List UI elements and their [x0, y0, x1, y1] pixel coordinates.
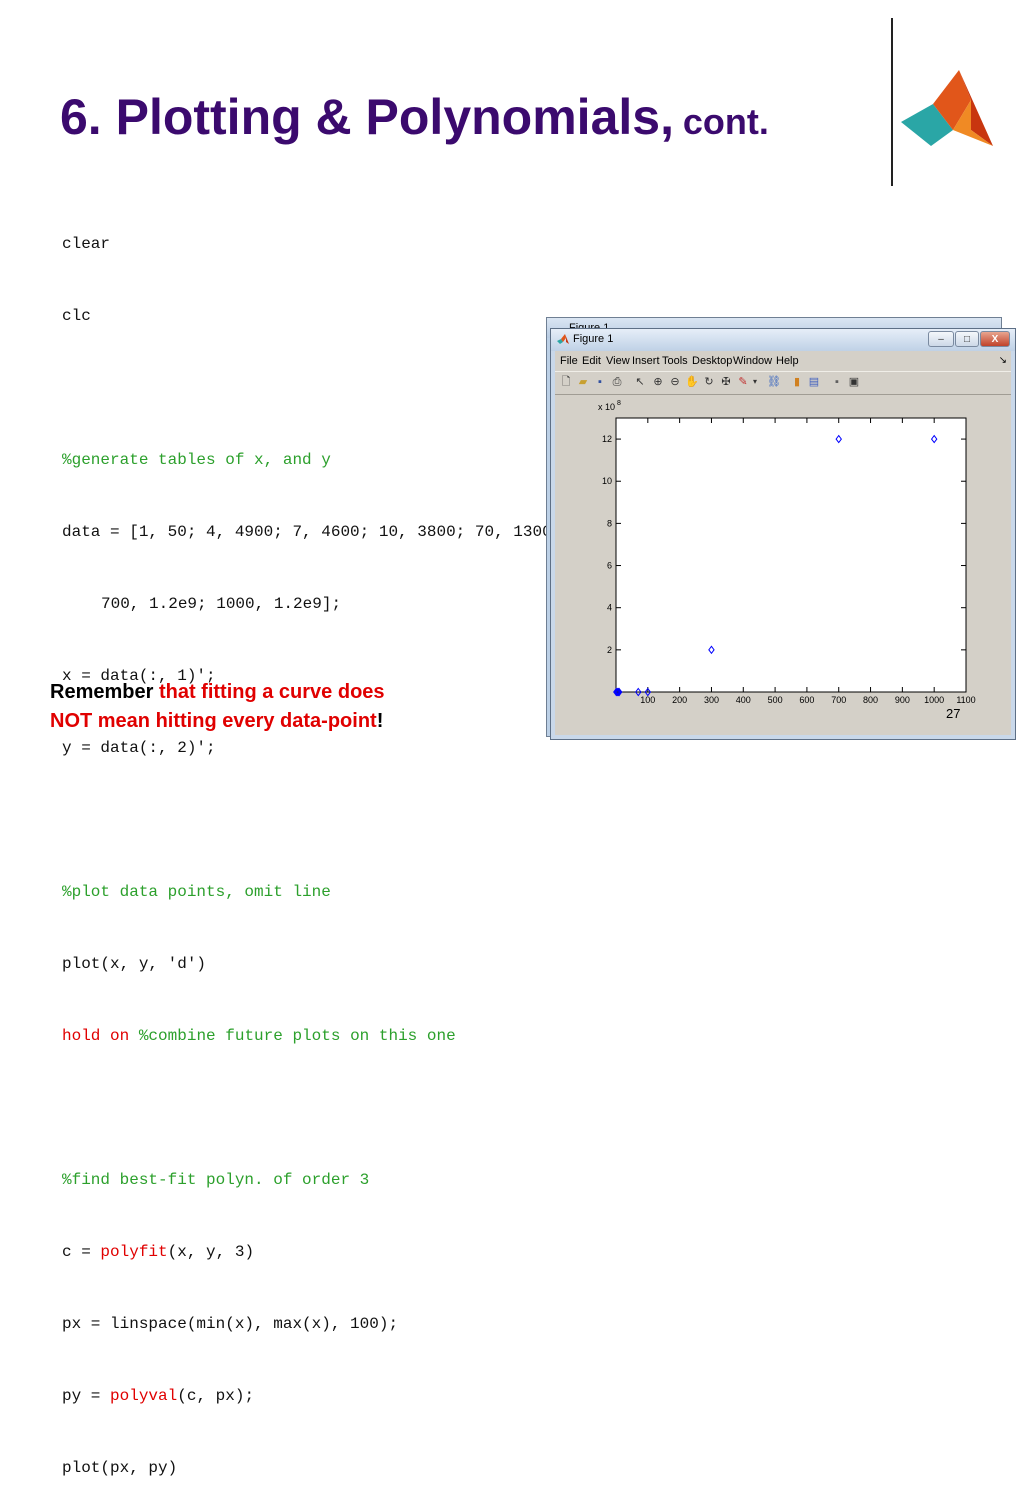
matlab-logo	[897, 60, 1002, 155]
print-icon[interactable]: ⎙	[610, 375, 624, 389]
menu-view[interactable]: View	[606, 355, 630, 367]
slide-title-main: 6. Plotting & Polynomials,	[60, 89, 674, 145]
y-multiplier-label: x 10	[598, 402, 615, 412]
hide-tools-icon[interactable]: ▪	[830, 375, 844, 389]
slide-title-suffix: cont.	[682, 101, 769, 142]
x-tick-label: 1100	[956, 695, 975, 705]
y-tick-label: 8	[607, 518, 612, 528]
brush-dropdown-icon[interactable]: ▾	[748, 375, 762, 389]
y-multiplier-exponent: 8	[617, 400, 621, 407]
menu-desktop[interactable]: Desktop	[692, 355, 732, 367]
remember-black-text: Remember	[50, 681, 154, 703]
figure-toolbar: 🗋 ▰ ▪ ⎙ ↖ ⊕ ⊖ ✋ ↻ ✠ ✎ ▾ ⛓ ▮ ▤ ▪ ▣	[555, 371, 1011, 395]
figure-menubar: File Edit View Insert Tools Desktop Wind…	[555, 351, 1011, 371]
rotate-icon[interactable]: ↻	[702, 375, 716, 389]
pointer-icon[interactable]: ↖	[633, 375, 647, 389]
y-tick-label: 6	[607, 561, 612, 571]
menu-tools[interactable]: Tools	[662, 355, 688, 367]
code-comment: %combine future plots on this one	[138, 1027, 456, 1045]
menu-window[interactable]: Window	[733, 355, 772, 367]
remember-note: Remember that fitting a curve does NOT m…	[50, 678, 385, 736]
code-line: py = polyval(c, px);	[62, 1384, 773, 1408]
menu-help[interactable]: Help	[776, 355, 799, 367]
remember-red-text: that fitting a curve does	[158, 681, 385, 703]
code-text: (x, y, 3)	[167, 1243, 255, 1261]
show-tools-icon[interactable]: ▣	[847, 375, 861, 389]
code-text: (c, px);	[177, 1387, 255, 1405]
y-tick-label: 12	[602, 434, 612, 444]
figure-client-area: File Edit View Insert Tools Desktop Wind…	[555, 351, 1011, 735]
y-tick-label: 2	[607, 645, 612, 655]
code-line: plot(px, py)	[62, 1459, 178, 1477]
minimize-button[interactable]: –	[928, 331, 954, 347]
code-comment: %plot data points, omit line	[62, 883, 331, 901]
x-tick-label: 1000	[924, 695, 944, 705]
x-tick-label: 300	[704, 695, 719, 705]
close-button[interactable]: X	[980, 331, 1010, 347]
code-line: plot(x, y, 'd')	[62, 955, 207, 973]
code-line: c = polyfit(x, y, 3)	[62, 1240, 773, 1264]
matlab-figure-icon	[557, 334, 569, 344]
figure-title: Figure 1	[573, 333, 614, 345]
y-tick-label: 10	[602, 476, 612, 486]
zoom-out-icon[interactable]: ⊖	[668, 375, 682, 389]
x-tick-label: 200	[672, 695, 687, 705]
x-tick-label: 900	[895, 695, 910, 705]
link-icon[interactable]: ⛓	[767, 375, 781, 389]
remember-red-text: NOT mean hitting every data-point	[50, 710, 377, 732]
x-tick-label: 100	[640, 695, 655, 705]
colorbar-icon[interactable]: ▮	[790, 375, 804, 389]
code-line: hold on %combine future plots on this on…	[62, 1024, 773, 1048]
x-tick-label: 700	[831, 695, 846, 705]
x-tick-label: 800	[863, 695, 878, 705]
axes-box	[615, 417, 967, 693]
menu-insert[interactable]: Insert	[632, 355, 660, 367]
figure-window[interactable]: Figure 1 – □ X File Edit View Insert Too…	[550, 328, 1016, 740]
code-keyword: hold on	[62, 1027, 130, 1045]
data-cursor-icon[interactable]: ✠	[719, 375, 733, 389]
remember-line-1: Remember that fitting a curve does	[50, 678, 385, 707]
x-tick-label: 500	[768, 695, 783, 705]
pan-icon[interactable]: ✋	[685, 375, 699, 389]
menu-edit[interactable]: Edit	[582, 355, 601, 367]
maximize-button[interactable]: □	[955, 331, 979, 347]
figure-titlebar[interactable]: Figure 1 – □ X	[551, 329, 1015, 351]
scatter-plot[interactable]: 2 4 6 8 10 12 100 200 300 400 500 600 700 800 900 1000 1…	[555, 395, 1013, 737]
menu-file[interactable]: File	[560, 355, 578, 367]
y-tick-label: 4	[607, 603, 612, 613]
code-keyword: polyval	[110, 1387, 178, 1405]
open-folder-icon[interactable]: ▰	[576, 375, 590, 389]
legend-icon[interactable]: ▤	[807, 375, 821, 389]
page-number: 27	[946, 706, 961, 721]
menubar-arrow-icon[interactable]: ↘	[999, 355, 1007, 366]
remember-black-text: !	[376, 710, 384, 732]
new-file-icon[interactable]: 🗋	[559, 375, 573, 389]
slide-title: 6. Plotting & Polynomials, cont.	[60, 88, 769, 146]
plot-area: 2 4 6 8 10 12 100 200 300 400 500 600 700 800 900 1000 1…	[555, 395, 1011, 735]
code-text: py =	[62, 1387, 111, 1405]
x-tick-label: 600	[799, 695, 814, 705]
save-icon[interactable]: ▪	[593, 375, 607, 389]
zoom-in-icon[interactable]: ⊕	[651, 375, 665, 389]
code-text: c =	[62, 1243, 101, 1261]
code-keyword: polyfit	[100, 1243, 168, 1261]
code-line: clear	[62, 235, 111, 253]
x-tick-label: 400	[736, 695, 751, 705]
title-divider	[891, 18, 893, 186]
remember-line-2: NOT mean hitting every data-point!	[50, 707, 385, 736]
code-comment: %find best-fit polyn. of order 3	[62, 1171, 370, 1189]
code-line: px = linspace(min(x), max(x), 100);	[62, 1315, 399, 1333]
